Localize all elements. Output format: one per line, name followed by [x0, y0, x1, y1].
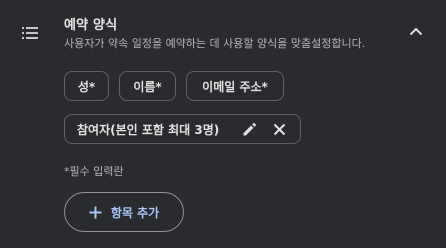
- collapse-button[interactable]: [404, 20, 428, 40]
- section-subtitle: 사용자가 약속 일정을 예약하는 데 사용할 양식을 맞춤설정합니다.: [64, 37, 366, 50]
- add-field-label: 항목 추가: [110, 205, 160, 220]
- required-note: *필수 입력란: [64, 165, 124, 178]
- list-icon: [22, 24, 38, 39]
- plus-icon: [89, 205, 103, 219]
- add-field-button[interactable]: 항목 추가: [64, 192, 184, 232]
- field-chip-label: 이메일 주소*: [202, 79, 268, 94]
- field-chip-label: 이름*: [133, 79, 162, 94]
- field-chip-participants[interactable]: 참여자(본인 포함 최대 3명): [64, 114, 301, 144]
- field-chip-last-name[interactable]: 성*: [64, 71, 109, 101]
- section-title: 예약 양식: [64, 18, 118, 33]
- field-chip-label: 참여자(본인 포함 최대 3명): [77, 122, 220, 137]
- field-chip-email[interactable]: 이메일 주소*: [186, 71, 284, 101]
- booking-form-panel: 예약 양식 사용자가 약속 일정을 예약하는 데 사용할 양식을 맞춤설정합니다…: [0, 0, 446, 248]
- field-chip-label: 성*: [77, 79, 96, 94]
- chevron-up-icon: [409, 21, 423, 40]
- field-chip-first-name[interactable]: 이름*: [119, 71, 176, 101]
- pencil-icon[interactable]: [241, 121, 258, 138]
- close-icon[interactable]: [271, 121, 288, 138]
